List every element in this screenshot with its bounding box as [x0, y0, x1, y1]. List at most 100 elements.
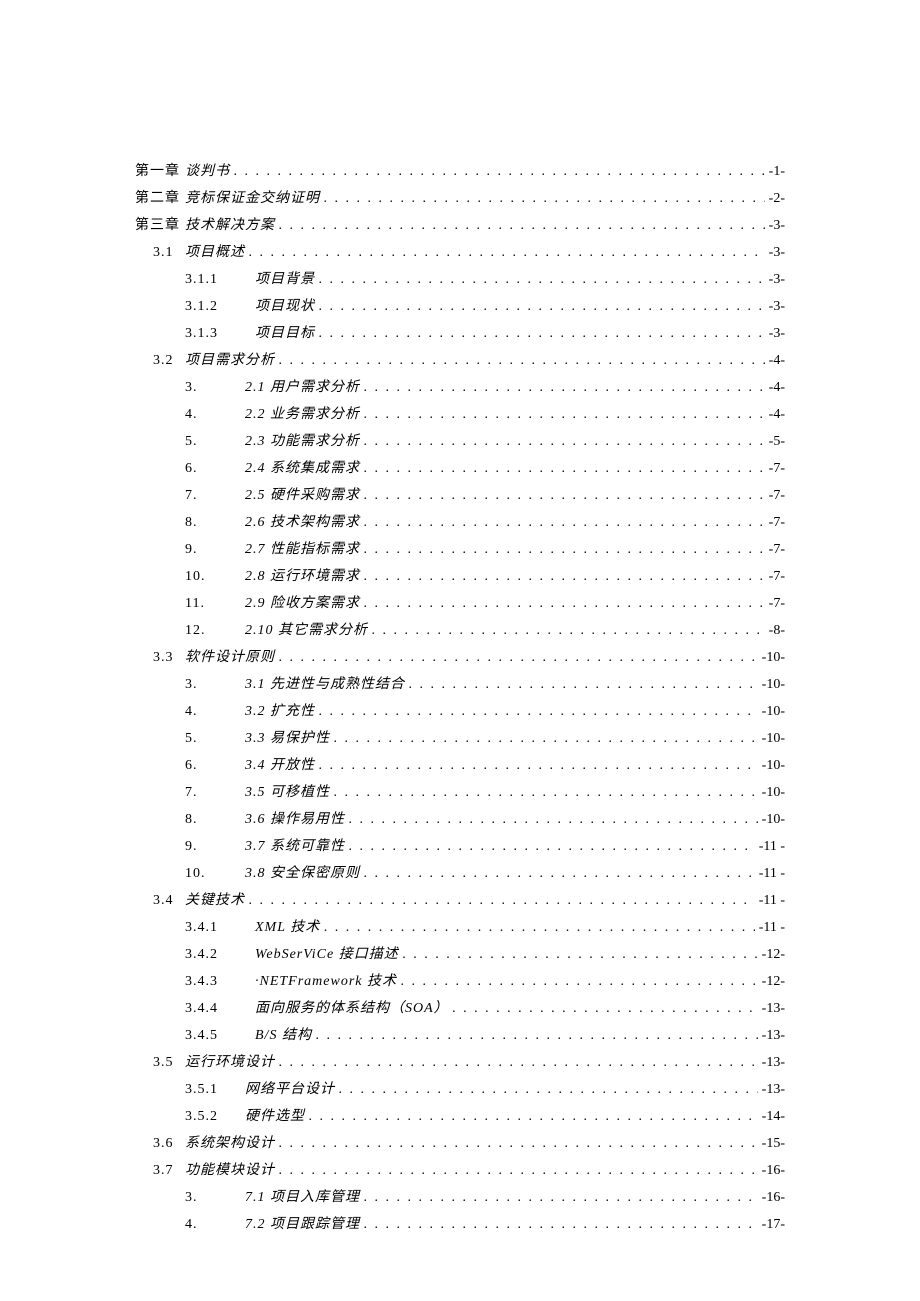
toc-leader [364, 597, 765, 611]
toc-page: -5- [765, 435, 785, 449]
toc-leader [324, 921, 755, 935]
toc-title: 2.1 用户需求分析 [245, 381, 360, 395]
toc-leader [364, 381, 765, 395]
toc-title: 7.2 项目跟踪管理 [245, 1218, 360, 1232]
toc-entry: 3.1.2项目现状 -3- [135, 300, 785, 314]
toc-entry: 12.2.10 其它需求分析 -8- [135, 624, 785, 638]
toc-entry: 3.7.1 项目入库管理 -16- [135, 1191, 785, 1205]
toc-subnumber: 3.4.4 [185, 1002, 255, 1016]
toc-title: 2.8 运行环境需求 [245, 570, 360, 584]
toc-title: 软件设计原则 [185, 651, 275, 665]
toc-page: -10- [758, 705, 785, 719]
toc-entry: 第一章谈判书 -1- [135, 165, 785, 179]
toc-subnumber: 3. [185, 678, 245, 692]
toc-subnumber: 3.4.5 [185, 1029, 255, 1043]
toc-subnumber: 8. [185, 516, 245, 530]
toc-entry: 5.2.3 功能需求分析 -5- [135, 435, 785, 449]
toc-subnumber: 11. [185, 597, 245, 611]
toc-title: 2.5 硬件采购需求 [245, 489, 360, 503]
toc-leader [364, 543, 765, 557]
toc-title: 谈判书 [185, 165, 230, 179]
toc-entry: 8.3.6 操作易用性 -10- [135, 813, 785, 827]
toc-title: 功能模块设计 [185, 1164, 275, 1178]
toc-leader [364, 1191, 758, 1205]
toc-title: 3.2 扩充性 [245, 705, 315, 719]
toc-page: -13- [758, 1056, 785, 1070]
toc-page: -11 - [755, 921, 785, 935]
toc-leader [364, 408, 765, 422]
toc-page: -3- [765, 327, 785, 341]
toc-subnumber: 7. [185, 786, 245, 800]
toc-page: -3- [765, 273, 785, 287]
toc-subnumber: 3.5.2 [185, 1110, 245, 1124]
toc-subnumber: 9. [185, 543, 245, 557]
toc-title: 2.3 功能需求分析 [245, 435, 360, 449]
toc-page: -7- [765, 597, 785, 611]
toc-leader [402, 948, 757, 962]
toc-subnumber: 6. [185, 759, 245, 773]
toc-title: 系统架构设计 [185, 1137, 275, 1151]
toc-page: -11 - [755, 867, 785, 881]
toc-page: -10- [758, 651, 785, 665]
toc-title: WebSerViCe 接口描述 [255, 948, 399, 962]
toc-subnumber: 9. [185, 840, 245, 854]
toc-entry: 3.4 关键技术 -11 - [135, 894, 785, 908]
toc-page: -15- [758, 1137, 785, 1151]
toc-title: 2.6 技术架构需求 [245, 516, 360, 530]
toc-leader [372, 624, 765, 638]
toc-number: 3.6 [135, 1137, 185, 1151]
toc-page: -7- [765, 543, 785, 557]
toc-page: -7- [765, 570, 785, 584]
toc-leader [315, 1029, 757, 1043]
toc-entry: 5.3.3 易保护性 -10- [135, 732, 785, 746]
toc-entry: 3.4.2WebSerViCe 接口描述 -12- [135, 948, 785, 962]
toc-page: -10- [758, 678, 785, 692]
toc-title: 3.7 系统可靠性 [245, 840, 345, 854]
toc-page: -4- [765, 381, 785, 395]
toc-number: 3.3 [135, 651, 185, 665]
toc-entry: 3.2项目需求分析 -4- [135, 354, 785, 368]
toc-title: XML 技术 [255, 921, 320, 935]
toc-subnumber: 8. [185, 813, 245, 827]
toc-number: 第三章 [135, 219, 185, 233]
toc-subnumber: 3.4.3 [185, 975, 255, 989]
toc-subnumber: 3. [185, 1191, 245, 1205]
toc-title: 网络平台设计 [245, 1083, 335, 1097]
toc-title: 面向服务的体系结构（SOA） [255, 1002, 449, 1016]
toc-number: 3.5 [135, 1056, 185, 1070]
toc-title: 7.1 项目入库管理 [245, 1191, 360, 1205]
toc-entry: 第二章竞标保证金交纳证明 -2- [135, 192, 785, 206]
toc-subnumber: 3.1.3 [185, 327, 255, 341]
toc-page: -8- [765, 624, 785, 638]
toc-subnumber: 7. [185, 489, 245, 503]
toc-title: 3.5 可移植性 [245, 786, 330, 800]
toc-page: -12- [758, 948, 785, 962]
toc-number: 第一章 [135, 165, 185, 179]
toc-title: 2.4 系统集成需求 [245, 462, 360, 476]
toc-title: 3.4 开放性 [245, 759, 315, 773]
toc-title: 2.9 险收方案需求 [245, 597, 360, 611]
toc-page: -1- [765, 165, 785, 179]
toc-leader [364, 570, 765, 584]
toc-leader [339, 1083, 758, 1097]
toc-page: -13- [758, 1083, 785, 1097]
toc-page: -10- [758, 813, 785, 827]
toc-subnumber: 5. [185, 435, 245, 449]
toc-subnumber: 4. [185, 408, 245, 422]
toc-entry: 11.2.9 险收方案需求 -7- [135, 597, 785, 611]
toc-entry: 3.1.3项目目标 -3- [135, 327, 785, 341]
toc-number: 3.1 [135, 246, 185, 260]
toc-leader [234, 165, 765, 179]
toc-leader [364, 489, 765, 503]
toc-page: -11 - [755, 894, 785, 908]
toc-title: 硬件选型 [245, 1110, 305, 1124]
toc-title: 技术解决方案 [185, 219, 275, 233]
toc-subnumber: 6. [185, 462, 245, 476]
toc-title: 3.8 安全保密原则 [245, 867, 360, 881]
toc-entry: 3.5.1网络平台设计 -13- [135, 1083, 785, 1097]
toc-subnumber: 4. [185, 705, 245, 719]
toc-page: -10- [758, 786, 785, 800]
toc-page: -13- [758, 1029, 785, 1043]
toc-title: 项目现状 [255, 300, 315, 314]
toc-subnumber: 3.1.2 [185, 300, 255, 314]
